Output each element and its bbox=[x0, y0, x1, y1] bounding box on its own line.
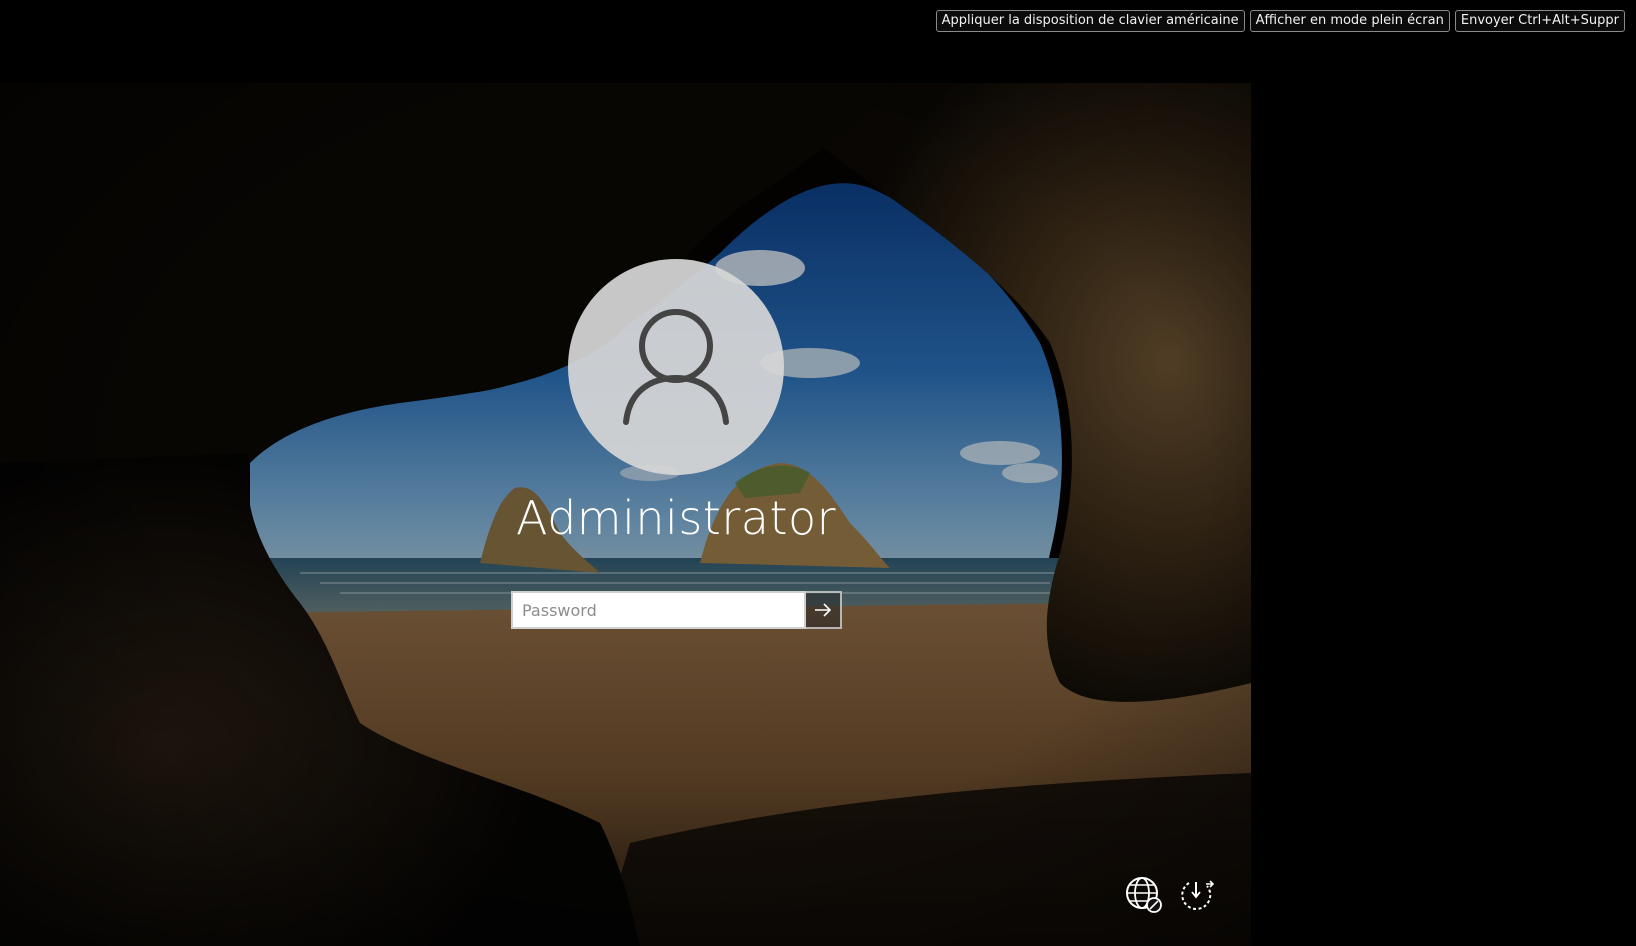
fullscreen-button[interactable]: Afficher en mode plein écran bbox=[1249, 10, 1450, 32]
user-avatar bbox=[568, 259, 784, 475]
password-input[interactable] bbox=[511, 591, 806, 629]
remote-toolbar: Appliquer la disposition de clavier amér… bbox=[935, 10, 1625, 32]
submit-password-button[interactable] bbox=[806, 591, 842, 629]
network-globe-icon bbox=[1126, 877, 1162, 913]
network-accessibility-button[interactable] bbox=[1124, 875, 1164, 915]
power-options-button[interactable] bbox=[1176, 875, 1216, 915]
send-ctrl-alt-del-button[interactable]: Envoyer Ctrl+Alt+Suppr bbox=[1454, 10, 1625, 32]
remote-desktop-screen: Administrator bbox=[0, 83, 1251, 946]
password-field-group bbox=[511, 591, 842, 629]
power-icon bbox=[1181, 880, 1215, 910]
arrow-right-icon bbox=[815, 603, 832, 617]
us-keyboard-layout-button[interactable]: Appliquer la disposition de clavier amér… bbox=[935, 10, 1245, 32]
user-silhouette-icon bbox=[623, 309, 729, 425]
username-label: Administrator bbox=[515, 491, 837, 545]
